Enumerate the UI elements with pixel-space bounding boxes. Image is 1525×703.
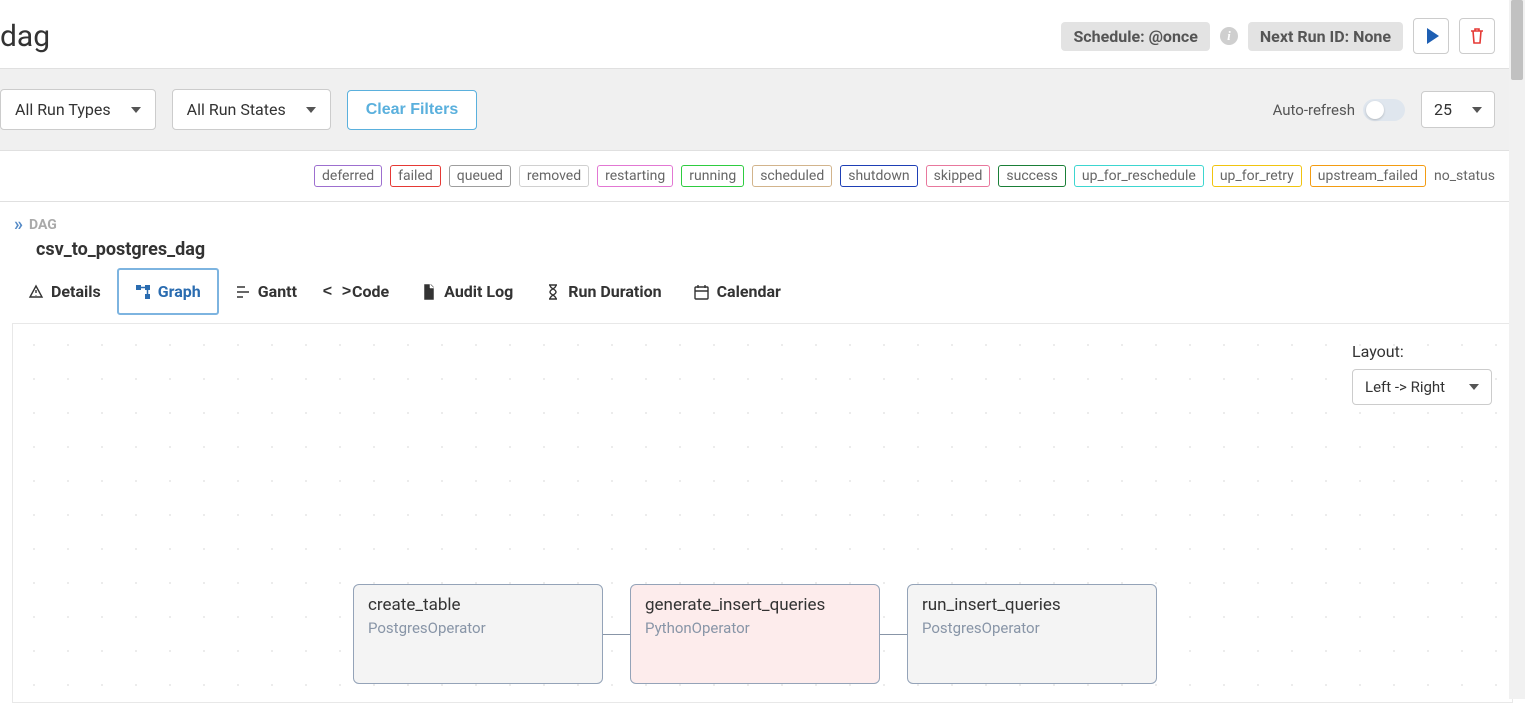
clear-filters-button[interactable]: Clear Filters (347, 90, 477, 130)
code-icon: < > (329, 284, 345, 300)
task-operator: PostgresOperator (922, 619, 1142, 637)
task-node-create_table[interactable]: create_table PostgresOperator (353, 584, 603, 684)
legend-queued[interactable]: queued (449, 165, 511, 187)
chevron-down-icon (131, 107, 141, 113)
tab-code[interactable]: < > Code (313, 270, 405, 313)
legend-shutdown[interactable]: shutdown (840, 165, 917, 187)
warning-icon (28, 284, 44, 300)
tab-gantt[interactable]: Gantt (219, 270, 313, 313)
legend-up_for_reschedule[interactable]: up_for_reschedule (1074, 165, 1204, 187)
dag-name: csv_to_postgres_dag (0, 239, 1525, 268)
graph-canvas[interactable]: Layout: Left -> Right create_table Postgr… (12, 323, 1513, 703)
run-states-label: All Run States (187, 100, 286, 119)
legend-restarting[interactable]: restarting (597, 165, 673, 187)
trash-icon (1469, 27, 1485, 45)
task-title: run_insert_queries (922, 595, 1142, 615)
edge (880, 634, 907, 635)
breadcrumb: » DAG (0, 202, 1525, 239)
tab-calendar[interactable]: Calendar (678, 270, 797, 313)
document-icon (421, 284, 437, 300)
delete-button[interactable] (1459, 18, 1495, 54)
page-size-select[interactable]: 25 (1421, 91, 1495, 128)
legend-skipped[interactable]: skipped (926, 165, 991, 187)
chevron-down-icon (1469, 384, 1479, 390)
legend-no-status[interactable]: no_status (1434, 168, 1495, 184)
vertical-scrollbar[interactable] (1509, 0, 1525, 699)
next-run-badge: Next Run ID: None (1248, 22, 1403, 51)
legend-upstream_failed[interactable]: upstream_failed (1310, 165, 1426, 187)
calendar-icon (694, 284, 710, 300)
chevron-double-icon[interactable]: » (14, 214, 23, 235)
gantt-icon (235, 284, 251, 300)
task-operator: PostgresOperator (368, 619, 588, 637)
info-icon[interactable]: i (1220, 27, 1238, 45)
run-types-label: All Run Types (15, 100, 111, 119)
legend-up_for_retry[interactable]: up_for_retry (1212, 165, 1302, 187)
tab-run-duration[interactable]: Run Duration (529, 270, 677, 313)
chevron-down-icon (1472, 107, 1482, 113)
play-button[interactable] (1413, 18, 1449, 54)
tab-graph[interactable]: Graph (117, 268, 219, 315)
task-operator: PythonOperator (645, 619, 865, 637)
layout-select[interactable]: Left -> Right (1352, 369, 1492, 405)
run-types-select[interactable]: All Run Types (0, 89, 156, 130)
status-legend: deferred failed queued removed restarting run… (0, 151, 1525, 201)
task-node-run_insert_queries[interactable]: run_insert_queries PostgresOperator (907, 584, 1157, 684)
legend-deferred[interactable]: deferred (314, 165, 382, 187)
layout-label: Layout: (1352, 342, 1492, 361)
auto-refresh-label: Auto-refresh (1273, 101, 1355, 119)
legend-scheduled[interactable]: scheduled (752, 165, 832, 187)
task-node-generate_insert_queries[interactable]: generate_insert_queries PythonOperator (630, 584, 880, 684)
tab-audit-log[interactable]: Audit Log (405, 270, 529, 313)
legend-failed[interactable]: failed (390, 165, 441, 187)
edge (603, 634, 630, 635)
page-title: dag (0, 19, 50, 54)
page-size-label: 25 (1434, 100, 1452, 119)
hourglass-icon (545, 284, 561, 300)
schedule-badge: Schedule: @once (1061, 22, 1209, 51)
chevron-down-icon (306, 107, 316, 113)
tab-details[interactable]: Details (12, 270, 117, 313)
play-icon (1427, 28, 1439, 44)
run-states-select[interactable]: All Run States (172, 89, 331, 130)
breadcrumb-label: DAG (29, 217, 57, 233)
graph-icon (135, 284, 151, 300)
legend-running[interactable]: running (681, 165, 744, 187)
legend-removed[interactable]: removed (519, 165, 589, 187)
task-title: generate_insert_queries (645, 595, 865, 615)
auto-refresh-toggle[interactable] (1363, 99, 1405, 121)
task-title: create_table (368, 595, 588, 615)
legend-success[interactable]: success (998, 165, 1065, 187)
